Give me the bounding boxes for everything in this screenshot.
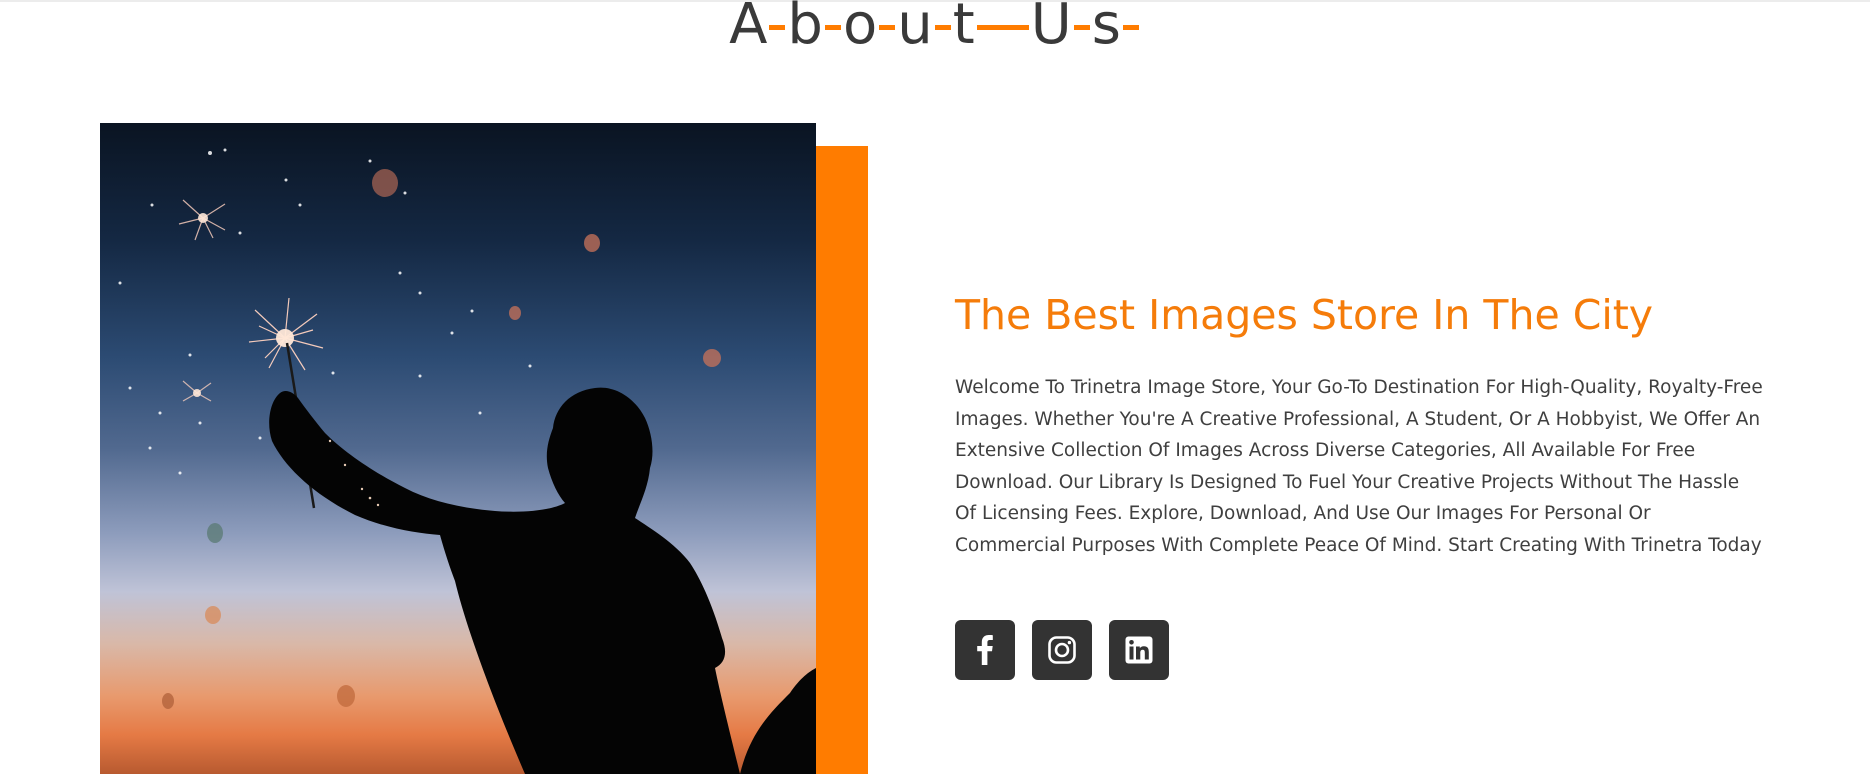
section-title: A b o u t U s bbox=[0, 0, 1870, 60]
about-headline: The Best Images Store In The City bbox=[955, 291, 1654, 339]
social-links bbox=[955, 620, 1169, 680]
title-letter: A bbox=[729, 0, 768, 57]
about-photo bbox=[100, 123, 816, 774]
title-letter: U bbox=[1030, 0, 1072, 57]
instagram-icon bbox=[1048, 636, 1076, 664]
title-dash bbox=[824, 24, 841, 30]
title-dash bbox=[1122, 24, 1139, 30]
title-dash bbox=[976, 24, 1029, 30]
facebook-icon bbox=[977, 635, 993, 665]
title-letter: t bbox=[952, 0, 975, 57]
linkedin-button[interactable] bbox=[1109, 620, 1169, 680]
title-dash bbox=[769, 24, 786, 30]
title-letter: b bbox=[787, 0, 823, 57]
accent-bar bbox=[815, 146, 868, 774]
title-dash bbox=[934, 24, 951, 30]
title-dash bbox=[1073, 24, 1090, 30]
linkedin-icon bbox=[1125, 636, 1153, 664]
title-letter: o bbox=[842, 0, 878, 57]
title-letter: s bbox=[1091, 0, 1121, 57]
title-letter: u bbox=[897, 0, 933, 57]
title-dash bbox=[879, 24, 896, 30]
about-paragraph: Welcome To Trinetra Image Store, Your Go… bbox=[955, 377, 1763, 556]
instagram-button[interactable] bbox=[1032, 620, 1092, 680]
facebook-button[interactable] bbox=[955, 620, 1015, 680]
sparkler-silhouette-image bbox=[118, 148, 816, 774]
